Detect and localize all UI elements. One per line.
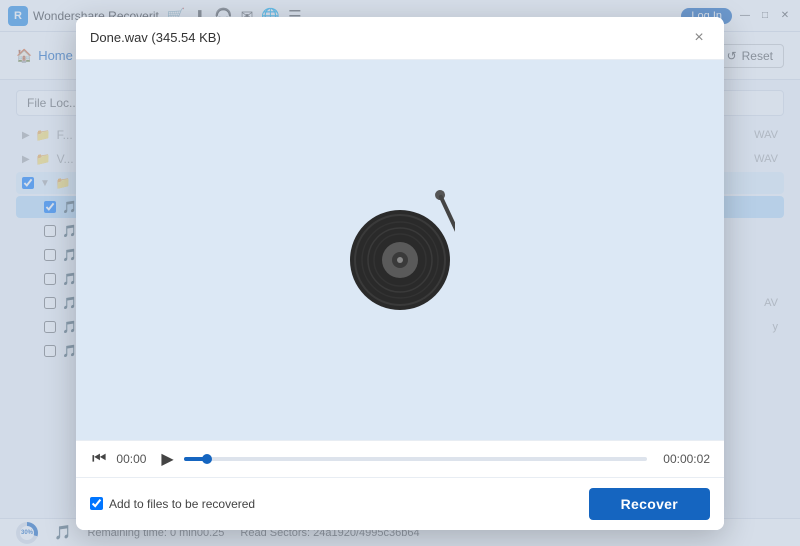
modal-header: Done.wav (345.54 KB) ×: [76, 17, 724, 60]
player-controls: ⏮ 00:00 ▶ 00:00:02: [76, 440, 724, 477]
add-to-recovery-checkbox[interactable]: [90, 497, 103, 510]
preview-modal: Done.wav (345.54 KB) ×: [76, 17, 724, 530]
modal-overlay: Done.wav (345.54 KB) ×: [0, 0, 800, 546]
time-current: 00:00: [116, 452, 151, 466]
modal-title: Done.wav (345.54 KB): [90, 30, 221, 45]
recover-button[interactable]: Recover: [589, 488, 710, 520]
progress-thumb: [202, 454, 212, 464]
play-button[interactable]: ▶: [159, 449, 175, 469]
progress-track[interactable]: [184, 457, 647, 461]
modal-footer: Add to files to be recovered Recover: [76, 477, 724, 530]
add-to-recovery-wrap: Add to files to be recovered: [90, 497, 255, 511]
audio-preview-area: [76, 60, 724, 440]
modal-close-button[interactable]: ×: [688, 27, 710, 49]
add-to-recovery-label: Add to files to be recovered: [109, 497, 255, 511]
rewind-button[interactable]: ⏮: [90, 450, 108, 468]
time-total: 00:00:02: [655, 452, 710, 466]
vinyl-graphic: [345, 185, 455, 315]
